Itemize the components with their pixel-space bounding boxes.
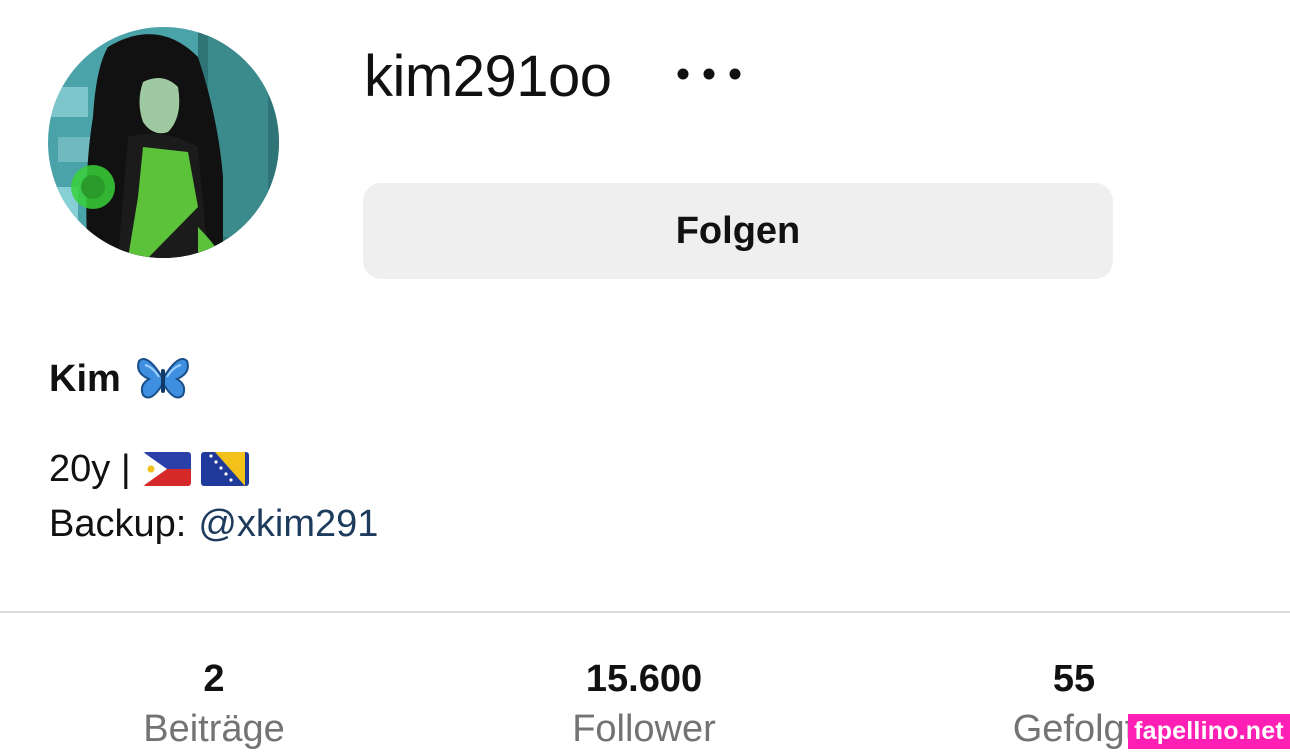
stat-posts-value: 2	[203, 658, 225, 700]
display-name-text: Kim	[49, 357, 121, 400]
backup-account-link[interactable]: @xkim291	[198, 503, 378, 546]
profile-avatar[interactable]	[48, 27, 279, 258]
stats-divider	[0, 611, 1290, 613]
profile-display-name: Kim	[49, 354, 189, 404]
philippines-flag-icon	[142, 452, 191, 486]
stat-posts-label: Beiträge	[143, 708, 285, 750]
bio-age-text: 20y |	[49, 447, 131, 490]
follow-button[interactable]: Folgen	[363, 183, 1113, 279]
bosnia-flag-icon	[200, 452, 249, 486]
bio-line-age: 20y |	[49, 445, 249, 493]
bio-line-backup: Backup: @xkim291	[49, 500, 378, 548]
stat-followers[interactable]: 15.600 Follower	[514, 655, 774, 753]
watermark-badge: fapellino.net	[1128, 714, 1290, 749]
stat-posts[interactable]: 2 Beiträge	[84, 655, 344, 753]
stat-followers-label: Follower	[572, 708, 716, 750]
avatar-illustration	[48, 27, 279, 258]
butterfly-icon	[136, 355, 189, 403]
bio-backup-label: Backup:	[49, 502, 187, 545]
profile-username: kim291oo	[364, 44, 612, 109]
stat-followers-value: 15.600	[585, 658, 703, 700]
stat-following-value: 55	[1052, 658, 1096, 700]
more-options-icon[interactable]	[676, 62, 742, 86]
